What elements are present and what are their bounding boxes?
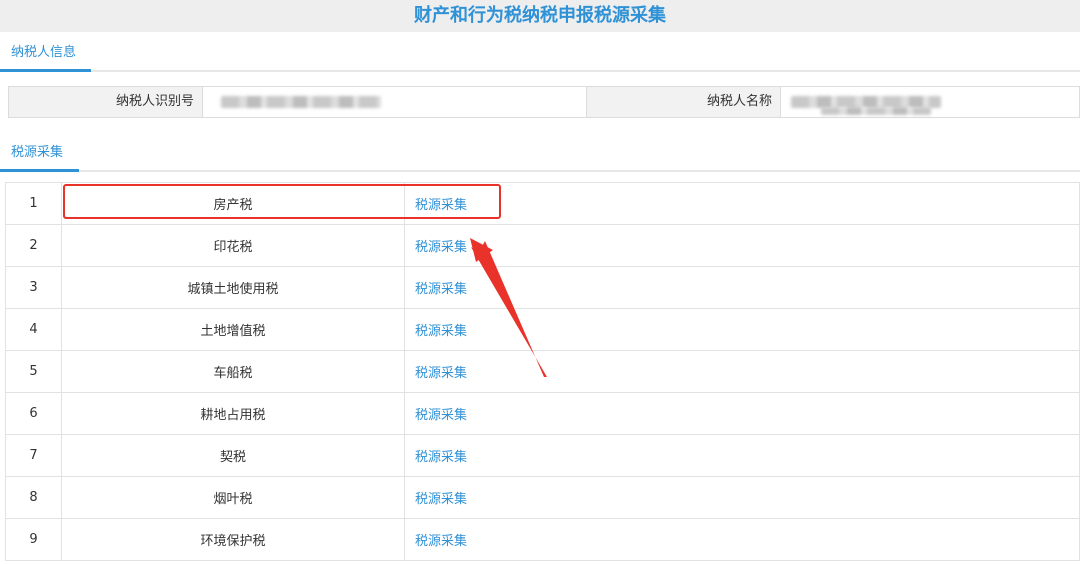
page-title: 财产和行为税纳税申报税源采集 bbox=[0, 0, 1080, 32]
table-row: 2 印花税 税源采集 bbox=[5, 224, 1080, 267]
tax-name: 印花税 bbox=[61, 224, 405, 267]
taxpayer-id-label: 纳税人识别号 bbox=[9, 87, 203, 117]
tax-name: 契税 bbox=[61, 434, 405, 477]
table-row: 6 耕地占用税 税源采集 bbox=[5, 392, 1080, 435]
collect-source-link[interactable]: 税源采集 bbox=[415, 240, 467, 255]
row-number: 6 bbox=[5, 392, 62, 435]
redacted-mask bbox=[221, 96, 381, 108]
row-number: 3 bbox=[5, 266, 62, 309]
collect-source-link[interactable]: 税源采集 bbox=[415, 534, 467, 549]
source-collection-tab: 税源采集 bbox=[0, 134, 1080, 172]
taxpayer-name-value bbox=[781, 87, 1079, 117]
tax-name: 城镇土地使用税 bbox=[61, 266, 405, 309]
tax-name: 环境保护税 bbox=[61, 518, 405, 561]
row-number: 7 bbox=[5, 434, 62, 477]
tax-name: 烟叶税 bbox=[61, 476, 405, 519]
tax-name: 土地增值税 bbox=[61, 308, 405, 351]
taxpayer-id-value bbox=[203, 87, 587, 117]
collect-source-link[interactable]: 税源采集 bbox=[415, 324, 467, 339]
source-collection-tab-label[interactable]: 税源采集 bbox=[0, 134, 79, 172]
table-row: 4 土地增值税 税源采集 bbox=[5, 308, 1080, 351]
table-row: 9 环境保护税 税源采集 bbox=[5, 518, 1080, 561]
table-row: 1 房产税 税源采集 bbox=[5, 182, 1080, 225]
taxpayer-info-tab-label[interactable]: 纳税人信息 bbox=[0, 34, 91, 72]
tax-name: 车船税 bbox=[61, 350, 405, 393]
row-number: 9 bbox=[5, 518, 62, 561]
taxpayer-info-row: 纳税人识别号 纳税人名称 bbox=[8, 86, 1080, 118]
table-row: 3 城镇土地使用税 税源采集 bbox=[5, 266, 1080, 309]
row-number: 1 bbox=[5, 182, 62, 225]
taxpayer-info-tab: 纳税人信息 bbox=[0, 34, 1080, 72]
tax-name: 房产税 bbox=[61, 182, 405, 225]
collect-source-link[interactable]: 税源采集 bbox=[415, 492, 467, 507]
collect-source-link[interactable]: 税源采集 bbox=[415, 366, 467, 381]
table-row: 7 契税 税源采集 bbox=[5, 434, 1080, 477]
collect-source-link[interactable]: 税源采集 bbox=[415, 408, 467, 423]
row-number: 2 bbox=[5, 224, 62, 267]
row-number: 8 bbox=[5, 476, 62, 519]
row-number: 5 bbox=[5, 350, 62, 393]
redacted-mask bbox=[821, 107, 931, 115]
row-number: 4 bbox=[5, 308, 62, 351]
collect-source-link[interactable]: 税源采集 bbox=[415, 198, 467, 213]
collect-source-link[interactable]: 税源采集 bbox=[415, 450, 467, 465]
collect-source-link[interactable]: 税源采集 bbox=[415, 282, 467, 297]
tax-name: 耕地占用税 bbox=[61, 392, 405, 435]
table-row: 8 烟叶税 税源采集 bbox=[5, 476, 1080, 519]
table-row: 5 车船税 税源采集 bbox=[5, 350, 1080, 393]
tax-source-table: 1 房产税 税源采集 2 印花税 税源采集 3 城镇土地使用税 税源采集 4 土… bbox=[5, 182, 1080, 561]
taxpayer-name-label: 纳税人名称 bbox=[587, 87, 781, 117]
